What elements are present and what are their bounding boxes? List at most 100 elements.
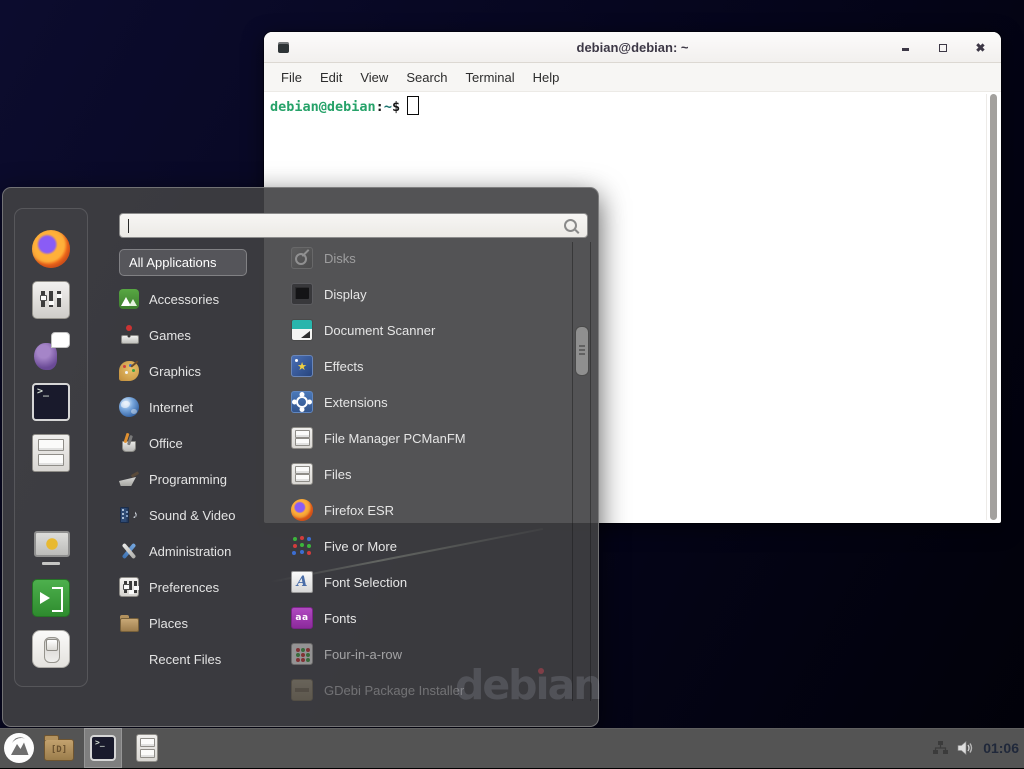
terminal-scrollbar[interactable] [986, 94, 998, 520]
preferences-icon [119, 577, 139, 597]
font-selection-icon: A [291, 571, 313, 593]
app-item-font-selection[interactable]: A Font Selection [279, 564, 569, 600]
menubar-terminal[interactable]: Terminal [457, 70, 524, 85]
app-label: Display [324, 287, 367, 302]
gdebi-icon [291, 679, 313, 701]
search-input[interactable] [135, 217, 558, 234]
category-recent-files[interactable]: Recent Files [111, 641, 265, 677]
app-item-five-or-more[interactable]: Five or More [279, 528, 569, 564]
app-label: Four-in-a-row [324, 647, 402, 662]
maximize-icon[interactable] [937, 42, 948, 53]
app-label: Disks [324, 251, 356, 266]
app-label: Files [324, 467, 351, 482]
category-label: Programming [149, 472, 227, 487]
app-label: Document Scanner [324, 323, 435, 338]
network-icon[interactable] [932, 740, 949, 756]
app-item-file-manager-pcmanfm[interactable]: File Manager PCManFM [279, 420, 569, 456]
administration-icon [119, 541, 139, 561]
search-box[interactable] [119, 213, 588, 238]
app-item-display[interactable]: Display [279, 276, 569, 312]
category-office[interactable]: Office [111, 425, 265, 461]
firefox-icon [291, 499, 313, 521]
app-item-firefox-esr[interactable]: Firefox ESR [279, 492, 569, 528]
clock[interactable]: 01:06 [983, 740, 1019, 756]
favorite-settings[interactable] [32, 274, 70, 325]
pidgin-icon [32, 332, 70, 370]
minimize-icon[interactable] [900, 42, 911, 53]
app-item-document-scanner[interactable]: Document Scanner [279, 312, 569, 348]
logout-button[interactable] [32, 572, 70, 623]
taskbar-terminal[interactable] [84, 728, 122, 768]
extensions-icon [291, 391, 313, 413]
app-list-scrollbar[interactable] [572, 242, 591, 701]
terminal-icon [90, 735, 116, 761]
taskbar-file-manager[interactable] [40, 728, 78, 768]
app-item-gdebi-package-installer[interactable]: GDebi Package Installer [279, 672, 569, 708]
app-label: Font Selection [324, 575, 407, 590]
internet-icon [119, 397, 139, 417]
terminal-prompt: debian@debian:~$ [270, 96, 995, 115]
category-label: Office [149, 436, 183, 451]
games-icon [119, 325, 139, 345]
terminal-scrollbar-thumb[interactable] [990, 94, 997, 520]
category-places[interactable]: Places [111, 605, 265, 641]
search-icon [564, 219, 577, 232]
category-graphics[interactable]: Graphics [111, 353, 265, 389]
category-label: Internet [149, 400, 193, 415]
app-label: File Manager PCManFM [324, 431, 466, 446]
favorite-pidgin[interactable] [32, 325, 70, 376]
menubar-file[interactable]: File [272, 70, 311, 85]
app-label: Firefox ESR [324, 503, 394, 518]
terminal-titlebar[interactable]: debian@debian: ~ [264, 32, 1001, 63]
terminal-icon [32, 383, 70, 421]
menubar-view[interactable]: View [351, 70, 397, 85]
system-tray: 01:06 [932, 728, 1019, 768]
favorite-files[interactable] [32, 427, 70, 478]
menubar-edit[interactable]: Edit [311, 70, 351, 85]
app-label: Five or More [324, 539, 397, 554]
category-sound-video[interactable]: ♪Sound & Video [111, 497, 265, 533]
disks-icon [291, 247, 313, 269]
app-item-disks[interactable]: Disks [279, 240, 569, 276]
taskbar-files[interactable] [128, 728, 166, 768]
lock-screen-button[interactable] [32, 521, 70, 572]
app-item-fonts[interactable]: aaFonts [279, 600, 569, 636]
menubar-help[interactable]: Help [524, 70, 569, 85]
sound-video-icon: ♪ [119, 505, 139, 525]
prompt-separator: : [376, 99, 384, 115]
category-administration[interactable]: Administration [111, 533, 265, 569]
volume-icon[interactable] [957, 740, 975, 756]
close-icon[interactable] [974, 42, 985, 53]
category-games[interactable]: Games [111, 317, 265, 353]
prompt-path: ~ [384, 99, 392, 115]
prompt-user-host: debian@debian [270, 99, 376, 115]
app-item-extensions[interactable]: Extensions [279, 384, 569, 420]
app-item-files[interactable]: Files [279, 456, 569, 492]
category-label: Accessories [149, 292, 219, 307]
menu-button[interactable] [3, 732, 35, 764]
favorite-firefox[interactable] [32, 223, 70, 274]
category-internet[interactable]: Internet [111, 389, 265, 425]
category-label: Games [149, 328, 191, 343]
places-icon [119, 613, 139, 633]
category-all-applications[interactable]: All Applications [119, 249, 247, 276]
window-buttons [900, 32, 985, 62]
favorite-terminal[interactable] [32, 376, 70, 427]
accessories-icon [119, 289, 139, 309]
scrollbar-thumb[interactable] [575, 326, 589, 376]
app-item-four-in-a-row[interactable]: Four-in-a-row [279, 636, 569, 672]
text-caret [128, 219, 129, 233]
logout-icon [32, 579, 70, 617]
app-item-effects[interactable]: ★Effects [279, 348, 569, 384]
prompt-symbol: $ [392, 99, 400, 115]
category-accessories[interactable]: Accessories [111, 281, 265, 317]
shutdown-icon [32, 630, 70, 668]
document-scanner-icon [291, 319, 313, 341]
effects-icon: ★ [291, 355, 313, 377]
five-or-more-icon [291, 535, 313, 557]
shutdown-button[interactable] [32, 623, 70, 674]
files-icon [291, 463, 313, 485]
menubar-search[interactable]: Search [397, 70, 456, 85]
category-preferences[interactable]: Preferences [111, 569, 265, 605]
category-programming[interactable]: Programming [111, 461, 265, 497]
